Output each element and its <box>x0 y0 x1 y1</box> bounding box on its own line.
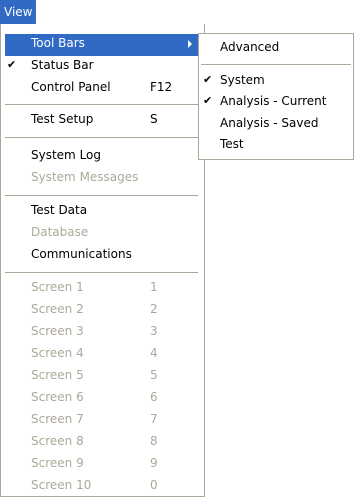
tool-bars-submenu: Advanced ✔ System ✔ Analysis - Current A… <box>198 33 354 160</box>
menu-item-screen-3: Screen 3 3 <box>5 322 198 344</box>
menu-item-control-panel[interactable]: Control Panel F12 <box>5 78 198 100</box>
menu-item-label: System Messages <box>31 170 139 184</box>
submenu-item-analysis-current[interactable]: ✔ Analysis - Current <box>203 92 353 114</box>
menu-item-label: Screen 8 <box>31 434 84 448</box>
submenu-item-system[interactable]: ✔ System <box>203 71 353 93</box>
menu-item-screen-9: Screen 9 9 <box>5 454 198 476</box>
shortcut-label: 2 <box>150 302 158 316</box>
menu-item-label: Screen 10 <box>31 478 92 492</box>
menu-item-label: Screen 1 <box>31 280 84 294</box>
submenu-item-test[interactable]: Test <box>203 135 353 157</box>
submenu-item-label: System <box>220 73 265 87</box>
shortcut-label: 9 <box>150 456 158 470</box>
separator <box>5 272 198 273</box>
shortcut-label: 3 <box>150 324 158 338</box>
menu-item-tool-bars[interactable]: Tool Bars <box>5 34 198 56</box>
menu-item-label: System Log <box>31 148 101 162</box>
checkmark-icon: ✔ <box>203 73 213 86</box>
menu-item-screen-10: Screen 10 0 <box>5 476 198 498</box>
view-dropdown: Tool Bars ✔ Status Bar Control Panel F12… <box>0 24 205 497</box>
menu-bar: View <box>0 0 354 24</box>
menu-item-label: Communications <box>31 247 132 261</box>
menu-item-label: Screen 4 <box>31 346 84 360</box>
menu-item-label: Screen 6 <box>31 390 84 404</box>
menu-item-system-log[interactable]: System Log <box>5 146 198 168</box>
menu-item-label: Database <box>31 225 89 239</box>
view-menu[interactable]: View <box>0 0 36 24</box>
shortcut-label: 1 <box>150 280 158 294</box>
menu-item-label: Screen 9 <box>31 456 84 470</box>
menu-item-screen-8: Screen 8 8 <box>5 432 198 454</box>
separator <box>5 195 198 196</box>
menu-item-test-setup[interactable]: Test Setup S <box>5 110 198 132</box>
menu-item-label: Screen 2 <box>31 302 84 316</box>
shortcut-label: 5 <box>150 368 158 382</box>
shortcut-label: 0 <box>150 478 158 492</box>
menu-item-label: Screen 3 <box>31 324 84 338</box>
shortcut-label: 8 <box>150 434 158 448</box>
menu-item-label: Control Panel <box>31 80 111 94</box>
separator <box>5 104 198 105</box>
menu-item-status-bar[interactable]: ✔ Status Bar <box>5 56 198 78</box>
checkmark-icon: ✔ <box>203 94 213 107</box>
separator <box>201 64 351 65</box>
shortcut-label: S <box>150 112 158 126</box>
submenu-item-analysis-saved[interactable]: Analysis - Saved <box>203 114 353 136</box>
shortcut-label: 6 <box>150 390 158 404</box>
menu-item-label: Test Setup <box>31 112 94 126</box>
menu-item-label: Status Bar <box>31 58 94 72</box>
menu-item-screen-1: Screen 1 1 <box>5 278 198 300</box>
submenu-item-advanced[interactable]: Advanced <box>203 38 353 60</box>
menu-item-system-messages: System Messages <box>5 168 198 190</box>
submenu-item-label: Advanced <box>220 40 280 54</box>
submenu-item-label: Analysis - Current <box>220 94 327 108</box>
menu-item-screen-4: Screen 4 4 <box>5 344 198 366</box>
shortcut-label: F12 <box>150 80 173 94</box>
submenu-item-label: Test <box>220 137 244 151</box>
menu-item-database: Database <box>5 223 198 245</box>
submenu-item-label: Analysis - Saved <box>220 116 319 130</box>
submenu-arrow-icon <box>188 40 192 48</box>
menu-item-communications[interactable]: Communications <box>5 245 198 267</box>
menu-item-screen-2: Screen 2 2 <box>5 300 198 322</box>
menu-item-screen-6: Screen 6 6 <box>5 388 198 410</box>
menu-item-label: Screen 5 <box>31 368 84 382</box>
menu-item-screen-5: Screen 5 5 <box>5 366 198 388</box>
menu-item-label: Test Data <box>31 203 88 217</box>
shortcut-label: 4 <box>150 346 158 360</box>
shortcut-label: 7 <box>150 412 158 426</box>
menu-item-test-data[interactable]: Test Data <box>5 201 198 223</box>
menu-item-label: Tool Bars <box>31 36 85 50</box>
checkmark-icon: ✔ <box>7 58 17 71</box>
menu-item-label: Screen 7 <box>31 412 84 426</box>
menu-item-screen-7: Screen 7 7 <box>5 410 198 432</box>
separator <box>5 137 198 138</box>
